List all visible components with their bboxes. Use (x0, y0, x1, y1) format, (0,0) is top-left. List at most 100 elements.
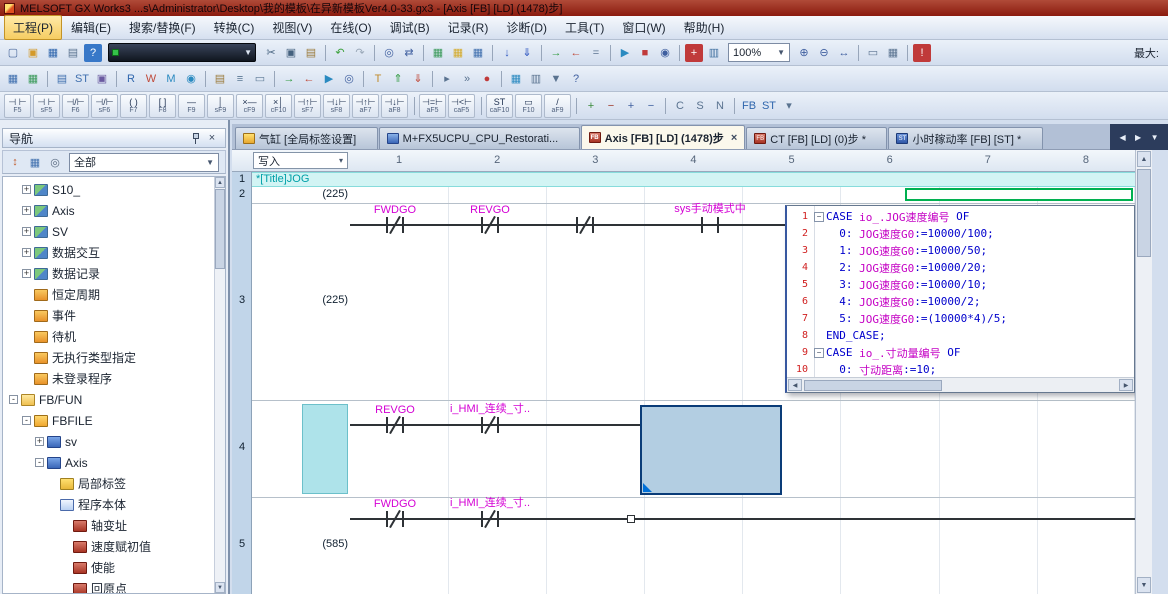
closed-contact-button[interactable]: ⊣/⊢ F6 (62, 94, 89, 118)
menu-tools[interactable]: 工具(T) (556, 15, 613, 40)
nc-contact[interactable] (574, 217, 596, 233)
display-option-icon[interactable]: ▾ (780, 97, 798, 115)
read-mode-icon[interactable]: R (122, 70, 140, 88)
monitor-mode-icon[interactable]: M (162, 70, 180, 88)
expand-toggle-icon[interactable] (22, 269, 31, 278)
verify-icon[interactable]: = (587, 44, 605, 62)
copy-icon[interactable]: ▣ (282, 44, 300, 62)
system-monitor-icon[interactable]: ▥ (705, 44, 723, 62)
expand-toggle-icon[interactable] (9, 395, 18, 404)
edit-cursor-cell[interactable] (905, 188, 1133, 201)
backup-icon[interactable]: ▼ (547, 70, 565, 88)
menu-edit[interactable]: 编辑(E) (62, 15, 120, 40)
zoom-in-icon[interactable]: ⊕ (795, 44, 813, 62)
module-config-icon[interactable]: ▦ (4, 70, 22, 88)
tab-axis-fb-ld[interactable]: FB Axis [FB] [LD] (1478)步 × (581, 125, 746, 149)
edit-mode-dropdown[interactable]: 写入 ▾ (253, 152, 348, 169)
online-write-icon[interactable]: → (280, 70, 298, 88)
project-data-combo[interactable]: ▼ (108, 43, 256, 62)
tree-item[interactable]: 无执行类型指定 (3, 347, 225, 368)
tree-item[interactable]: 轴变址 (3, 515, 225, 536)
tree-item[interactable]: 恒定周期 (3, 284, 225, 305)
forced-on-icon[interactable]: ⇑ (389, 70, 407, 88)
menu-project[interactable]: 工程(P) (4, 15, 62, 40)
close-icon[interactable]: × (205, 131, 219, 145)
nc-contact[interactable]: i_HMI_连续_寸.. (479, 511, 501, 527)
nc-contact[interactable]: REVGO (384, 417, 406, 433)
rising-pulse-button[interactable]: ⊣↑⊢ sF7 (294, 94, 321, 118)
tree-item[interactable]: 速度赋初值 (3, 536, 225, 557)
fb-instance-icon[interactable]: FB (740, 97, 758, 115)
sort-icon[interactable]: ↕ (6, 153, 24, 171)
inline-st-box-button[interactable]: ST caF10 (486, 94, 513, 118)
tree-item[interactable]: 未登录程序 (3, 368, 225, 389)
tab-scroll-right-icon[interactable]: ▶ (1135, 133, 1141, 142)
new-project-icon[interactable]: ▢ (4, 44, 22, 62)
device-monitor-icon[interactable]: ◉ (656, 44, 674, 62)
editor-vertical-scrollbar[interactable]: ▲ ▼ (1135, 150, 1152, 594)
cpu-parameter-icon[interactable]: ▦ (24, 70, 42, 88)
statement-display-icon[interactable]: ≡ (231, 70, 249, 88)
write-mode-icon[interactable]: W (142, 70, 160, 88)
tree-item[interactable]: FBFILE (3, 410, 225, 431)
tab-cylinder-global-labels[interactable]: 气缸 [全局标签设置] × (235, 127, 378, 149)
scroll-down-icon[interactable]: ▼ (215, 582, 225, 593)
tree-item[interactable]: S10_ (3, 179, 225, 200)
save-project-icon[interactable]: ▦ (44, 44, 62, 62)
settings-gear-icon[interactable]: ◎ (46, 153, 64, 171)
read-from-plc-icon[interactable]: ← (567, 44, 585, 62)
tab-mfx5ucpu-restoration[interactable]: M+FX5UCPU_CPU_Restorati... × (379, 127, 580, 149)
falling-pulse-closed-button[interactable]: ⊣↓⊢ aF8 (381, 94, 408, 118)
rung-title[interactable]: *[Title]JOG (252, 172, 1135, 187)
search-icon[interactable]: ◎ (380, 44, 398, 62)
parallel-closed-contact-button[interactable]: ⊣/⊢ sF6 (91, 94, 118, 118)
nc-contact[interactable]: REVGO (479, 217, 501, 233)
delete-column-icon[interactable]: − (642, 97, 660, 115)
convert-icon[interactable]: ↓ (498, 44, 516, 62)
note-display-icon[interactable]: ▭ (251, 70, 269, 88)
convert-all-icon[interactable]: ⇓ (518, 44, 536, 62)
simulation-icon[interactable]: ▦ (507, 70, 525, 88)
paste-icon[interactable]: ▤ (302, 44, 320, 62)
monitor-toggle-icon[interactable]: ▶ (320, 70, 338, 88)
parameter-icon[interactable]: ▦ (429, 44, 447, 62)
alert-icon[interactable]: ! (913, 44, 931, 62)
scrollbar-thumb[interactable] (1137, 169, 1151, 257)
horizontal-line-button[interactable]: — F9 (178, 94, 205, 118)
tree-item[interactable]: 数据记录 (3, 263, 225, 284)
menu-view[interactable]: 视图(V) (263, 15, 321, 40)
window-arrange-icon[interactable]: ▦ (884, 44, 902, 62)
program-edit-icon[interactable]: ▦ (469, 44, 487, 62)
insert-column-icon[interactable]: + (622, 97, 640, 115)
menu-diagnostics[interactable]: 诊断(D) (497, 15, 556, 40)
comment-display-icon[interactable]: ▭ (864, 44, 882, 62)
scrollbar-thumb[interactable] (804, 380, 942, 391)
compare-contact2-button[interactable]: ⊣<⊢ caF5 (448, 94, 475, 118)
watch-window-icon[interactable]: ◎ (340, 70, 358, 88)
inline-st-box[interactable]: 1 CASE io_.JOG速度编号 OF 2 0: JOG速度G0:=1000… (785, 205, 1135, 393)
help-icon[interactable]: ? (567, 70, 585, 88)
scroll-down-icon[interactable]: ▼ (1137, 577, 1151, 593)
tree-item[interactable]: SV (3, 221, 225, 242)
tree-scrollbar[interactable]: ▲ ▼ (214, 177, 225, 593)
redo-icon[interactable]: ↷ (351, 44, 369, 62)
draw-line-button[interactable]: / aF9 (544, 94, 571, 118)
tree-item[interactable]: 程序本体 (3, 494, 225, 515)
global-label-icon[interactable]: ▦ (449, 44, 467, 62)
tree-filter-dropdown[interactable]: 全部 ▼ (69, 153, 219, 172)
tree-item[interactable]: Axis (3, 452, 225, 473)
fbd-editor-icon[interactable]: ▣ (93, 70, 111, 88)
expand-toggle-icon[interactable] (22, 185, 31, 194)
menu-convert[interactable]: 转换(C) (205, 15, 264, 40)
application-instruction-button[interactable]: [ ] F8 (149, 94, 176, 118)
monitor-write-mode-icon[interactable]: ◉ (182, 70, 200, 88)
menu-debug[interactable]: 调试(B) (381, 15, 439, 40)
fold-toggle-icon[interactable] (814, 348, 824, 358)
selection-box[interactable] (640, 405, 782, 495)
tab-scroll-left-icon[interactable]: ◀ (1119, 133, 1125, 142)
edit-note-icon[interactable]: N (711, 97, 729, 115)
tree-item[interactable]: sv (3, 431, 225, 452)
nc-contact[interactable]: FWDGO (384, 511, 406, 527)
online-read-icon[interactable]: ← (300, 70, 318, 88)
rising-pulse-closed-button[interactable]: ⊣↑⊢ aF7 (352, 94, 379, 118)
